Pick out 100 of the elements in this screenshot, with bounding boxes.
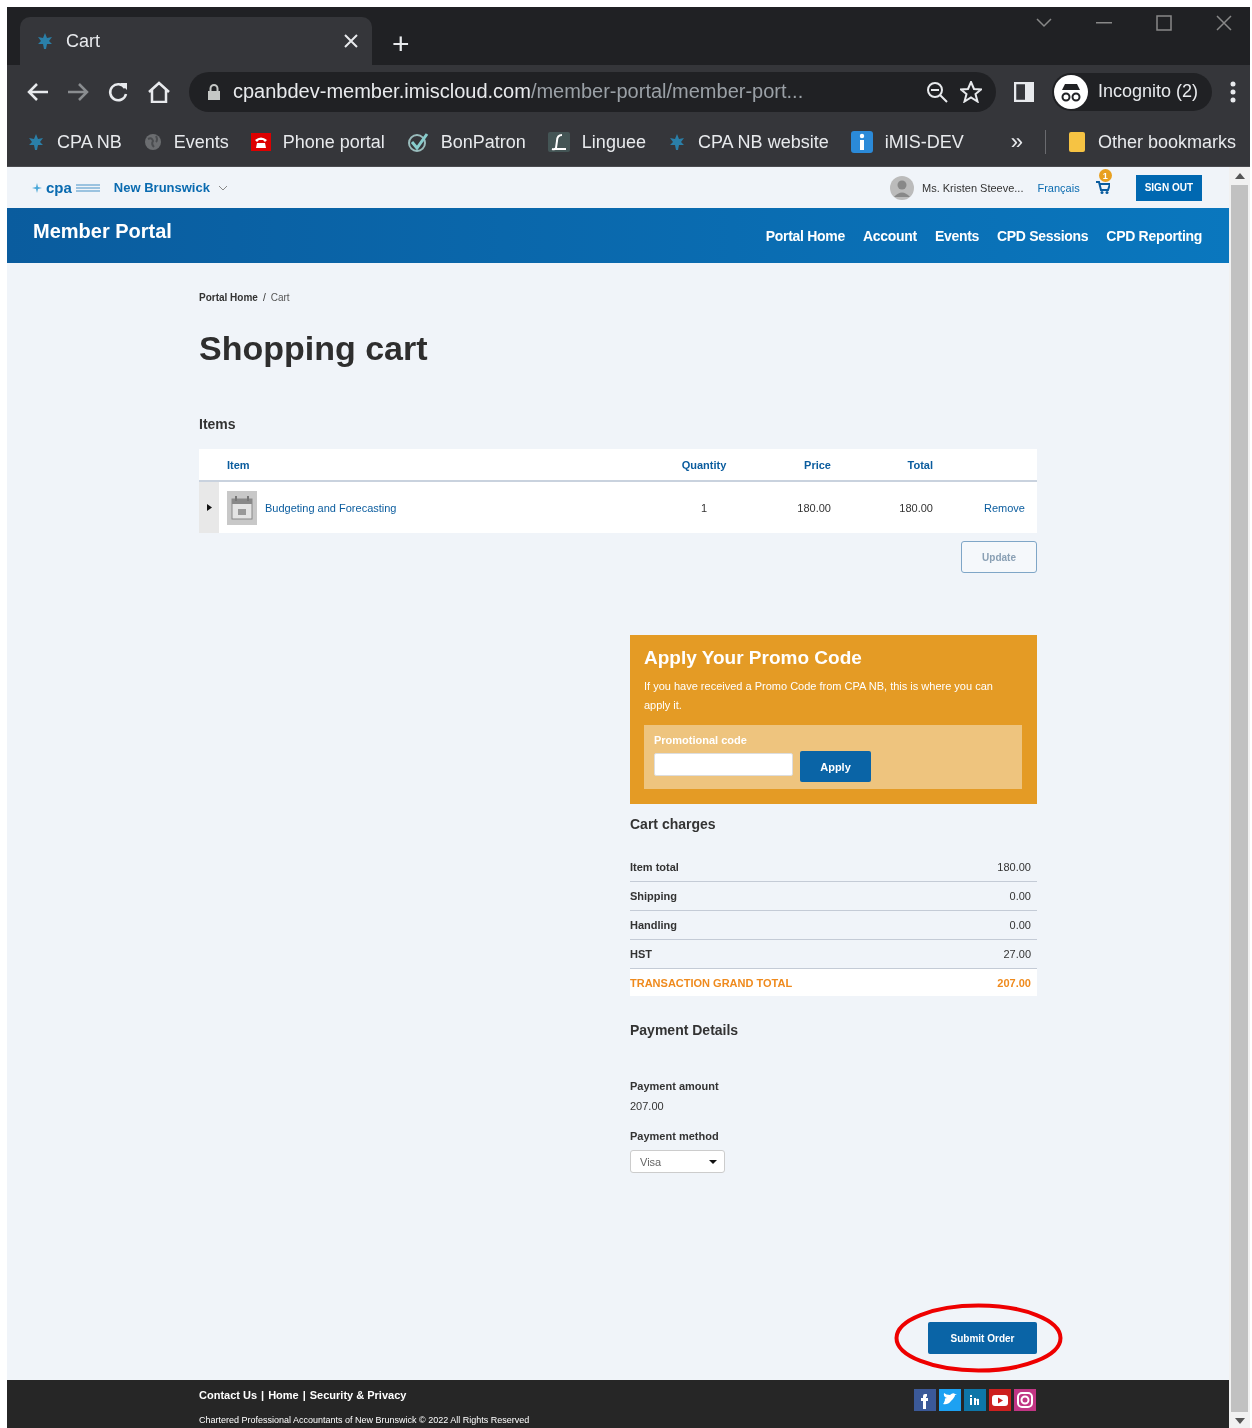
charge-label: Shipping [630, 890, 678, 902]
profile-button[interactable]: Incognito (2) [1051, 72, 1212, 111]
footer-link[interactable]: Security & Privacy [309, 1389, 407, 1401]
globe-icon [143, 133, 162, 151]
page-title: Shopping cart [199, 329, 429, 368]
footer-link[interactable]: Contact Us [199, 1389, 258, 1401]
scroll-down-icon[interactable] [1234, 1418, 1245, 1424]
expand-triangle-icon[interactable] [206, 504, 212, 511]
payment-amount: 207.00 [630, 1100, 665, 1112]
browser-tab[interactable]: Cart [20, 17, 372, 65]
table-cell-text: 1 [699, 501, 709, 514]
charge-value: 207.00 [997, 976, 1031, 989]
scroll-up-icon[interactable] [1234, 173, 1245, 179]
section-heading: Items [199, 416, 237, 432]
reload-icon[interactable] [107, 80, 129, 103]
charge-value: 0.00 [1009, 890, 1031, 902]
field-label: Payment amount [630, 1080, 720, 1092]
home-icon[interactable] [147, 80, 171, 103]
charge-value: 27.00 [1003, 948, 1031, 960]
maximize-icon[interactable] [1156, 15, 1172, 31]
scrollbar[interactable] [1229, 167, 1250, 1428]
payment-method-dropdown[interactable]: Visa [630, 1150, 725, 1173]
table-cell-text: 180.00 [796, 501, 832, 514]
remove-link[interactable]: Remove [941, 501, 1037, 514]
info-icon [850, 131, 873, 153]
side-panel-icon[interactable] [1013, 81, 1034, 102]
item-link[interactable]: Budgeting and Forecasting [265, 501, 397, 514]
link-separator: | [261, 1389, 265, 1401]
forward-arrow-icon[interactable] [67, 81, 89, 102]
lock-icon [207, 83, 221, 100]
charge-label: TRANSACTION GRAND TOTAL [630, 976, 793, 989]
bookmark[interactable]: CPA NB website [667, 131, 829, 153]
url-text: cpanbdev-member.imiscloud.com/member-portal/member-port... [233, 80, 805, 103]
field-label: Payment method [630, 1130, 720, 1142]
chevron-down-icon [217, 184, 228, 191]
close-icon[interactable] [1216, 15, 1232, 31]
cart-icon[interactable] [1095, 181, 1110, 194]
charge-label: Item total [630, 861, 679, 873]
column-header: Price [803, 458, 832, 471]
more-menu-icon[interactable] [1230, 80, 1236, 103]
breadcrumb-link[interactable]: Portal Home [199, 292, 258, 303]
bookmark[interactable]: Events [143, 131, 229, 153]
script-l-icon [547, 132, 570, 152]
nav-link[interactable]: CPD Sessions [997, 227, 1089, 244]
checkmark-icon [406, 131, 429, 153]
breadcrumb-separator: / [262, 292, 266, 303]
calendar-icon [227, 490, 257, 525]
bookmark[interactable]: BonPatron [406, 131, 526, 153]
breadcrumb-current: Cart [270, 292, 290, 303]
apply-button[interactable]: Apply [800, 751, 871, 782]
caret-down-icon [709, 1159, 717, 1164]
sign-out-button[interactable]: SIGN OUT [1135, 174, 1202, 201]
submit-order-button[interactable]: Submit Order [928, 1322, 1037, 1354]
facebook-icon[interactable] [914, 1389, 936, 1411]
linkedin-icon[interactable] [964, 1389, 986, 1411]
bookmark-folder[interactable]: Other bookmarks [1067, 131, 1236, 153]
incognito-icon [1053, 74, 1088, 109]
instagram-icon[interactable] [1014, 1389, 1036, 1411]
column-header: Quantity [680, 458, 728, 471]
bookmark[interactable]: Linguee [547, 131, 646, 153]
bookmark[interactable]: iMIS-DEV [850, 131, 964, 153]
bookmark[interactable]: Phone portal [250, 131, 385, 153]
twitter-icon[interactable] [939, 1389, 961, 1411]
charge-value: 180.00 [997, 861, 1031, 873]
folder-icon [1067, 131, 1086, 153]
footer-link[interactable]: Home [268, 1389, 299, 1401]
avatar-icon [890, 175, 914, 200]
nav-link[interactable]: CPD Reporting [1106, 227, 1202, 244]
nav-link[interactable]: Portal Home [765, 227, 845, 244]
copyright-text: Chartered Professional Accountants of New Brunswick © 2022 All Rights Reserved [199, 1415, 530, 1425]
user-name[interactable]: Ms. Kristen Steeve... [922, 181, 1024, 194]
cart-count-badge: 1 [1098, 169, 1112, 182]
new-tab-button[interactable]: + [392, 29, 410, 59]
nav-link[interactable]: Account [863, 227, 917, 244]
nav-link[interactable]: Events [934, 227, 979, 244]
back-arrow-icon[interactable] [27, 81, 49, 102]
section-heading: Cart charges [630, 816, 717, 832]
language-link[interactable]: Français [1037, 181, 1080, 194]
tab-title: Cart [66, 30, 101, 52]
more-bookmarks-button[interactable]: » [1010, 129, 1023, 155]
region-selector[interactable]: New Brunswick [113, 180, 228, 195]
star-icon[interactable] [959, 80, 982, 103]
promo-code-field[interactable] [654, 753, 793, 776]
column-header: Total [906, 458, 934, 471]
star-mark-icon [32, 182, 42, 193]
table-cell-text: 180.00 [898, 501, 934, 514]
portal-title: Member Portal [33, 220, 173, 243]
bookmark[interactable]: CPA NB [27, 131, 122, 153]
youtube-icon[interactable] [989, 1389, 1011, 1411]
phone-icon [250, 133, 271, 151]
chevron-down-icon[interactable] [1036, 18, 1052, 28]
charge-value: 0.00 [1009, 919, 1031, 931]
field-label: Promotional code [654, 734, 748, 746]
cpa-logo[interactable]: cpa [32, 179, 100, 196]
address-bar[interactable]: cpanbdev-member.imiscloud.com/member-portal/member-port... [189, 71, 996, 112]
charge-label: HST [630, 948, 652, 960]
section-heading: Payment Details [630, 1022, 740, 1038]
zoom-out-icon[interactable] [925, 80, 948, 103]
tagline-lines-icon [75, 182, 100, 193]
link-separator: | [302, 1389, 306, 1401]
